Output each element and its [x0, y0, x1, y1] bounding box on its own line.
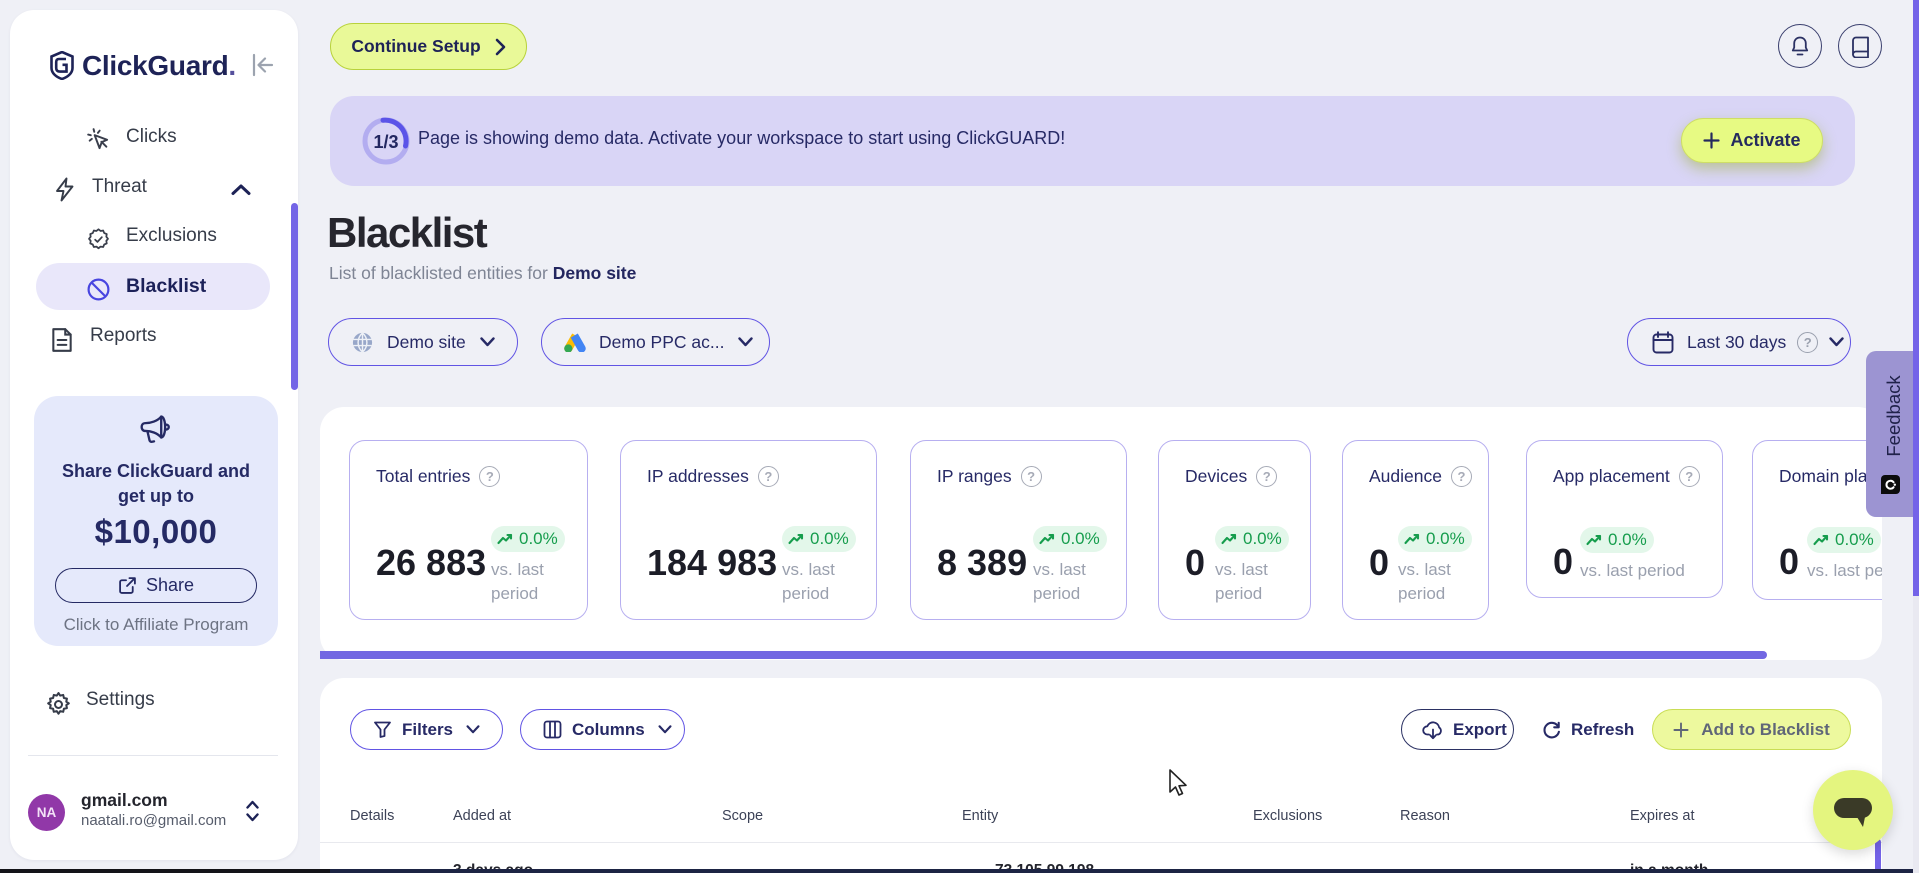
- svg-text:1/3: 1/3: [373, 132, 398, 152]
